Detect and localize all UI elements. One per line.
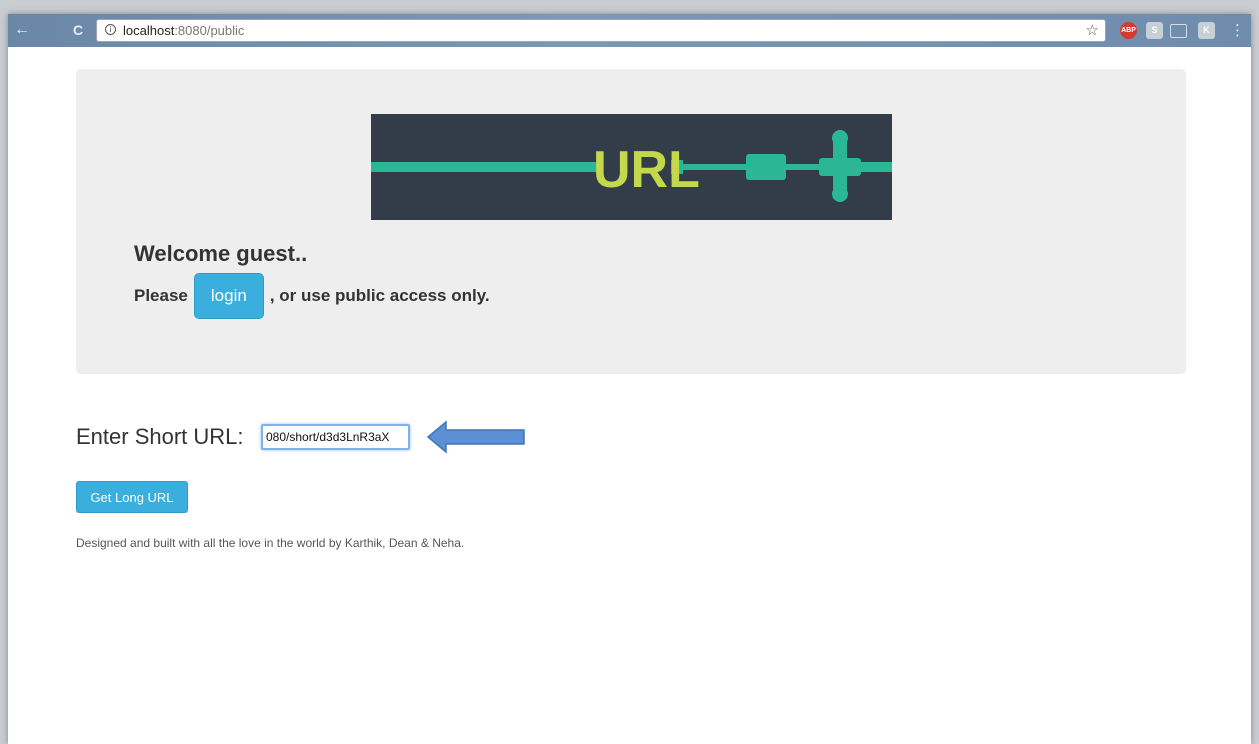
cast-icon[interactable] [1170, 24, 1187, 38]
back-icon[interactable]: ← [12, 20, 32, 40]
adblock-plus-icon[interactable]: ABP [1120, 22, 1137, 39]
url-text: localhost:8080/public [123, 23, 244, 38]
footer-text: Designed and built with all the love in … [76, 536, 465, 550]
url-banner-image: URL [371, 114, 892, 220]
welcome-heading: Welcome guest.. [134, 241, 308, 266]
short-url-input[interactable] [261, 424, 410, 450]
browser-toolbar: ← C i localhost:8080/public ☆ ABP S K ⋮ [8, 14, 1251, 47]
bookmark-star-icon[interactable]: ☆ [1086, 21, 1099, 39]
short-url-label: Enter Short URL: [76, 424, 244, 449]
address-bar[interactable]: i localhost:8080/public ☆ [96, 19, 1106, 42]
reload-icon[interactable]: C [68, 20, 88, 40]
get-long-url-button[interactable]: Get Long URL [76, 481, 188, 513]
url-path: :8080/public [174, 23, 245, 38]
public-access-text: , or use public access only. [269, 286, 490, 305]
browser-window: ← C i localhost:8080/public ☆ ABP S K ⋮ [8, 14, 1251, 744]
please-text: Please [134, 286, 188, 305]
banner-graphic: URL [371, 114, 892, 220]
info-icon[interactable]: i [105, 24, 116, 35]
banner-url-text: URL [593, 141, 700, 199]
browser-menu-icon[interactable]: ⋮ [1230, 21, 1245, 39]
extension-k-icon[interactable]: K [1198, 22, 1215, 39]
url-host: localhost [123, 23, 175, 38]
pointer-arrow-icon [426, 420, 525, 454]
login-button[interactable]: login [193, 273, 264, 319]
login-prompt: Please login , or use public access only… [134, 273, 490, 319]
hero-panel: URL Welcome guest.. Please login , or us… [76, 69, 1186, 374]
extension-s-icon[interactable]: S [1146, 22, 1163, 39]
